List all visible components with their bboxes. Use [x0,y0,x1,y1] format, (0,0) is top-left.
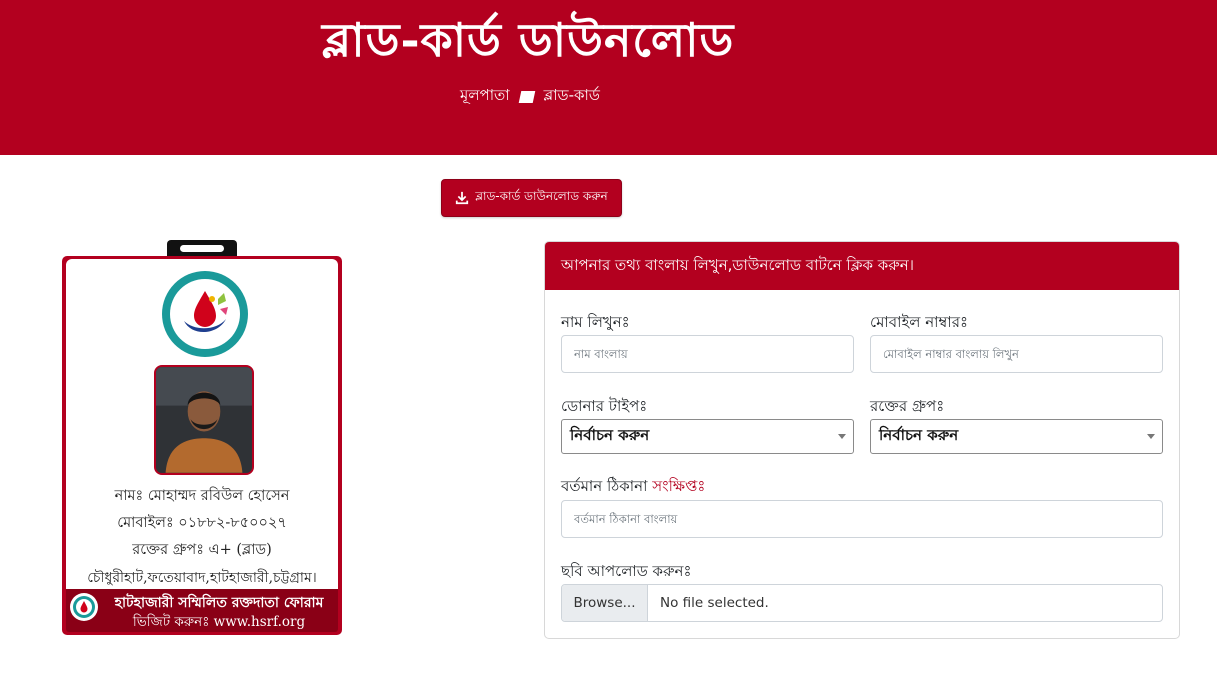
card-edge-left [66,383,70,483]
blood-card-preview: নামঃ মোহাম্মদ রবিউল হোসেন মোবাইলঃ ০১৮৮২-… [62,256,342,635]
forum-logo-icon [162,271,248,357]
card-footer: হাটহাজারী সম্মিলিত রক্তদাতা ফোরাম ভিজিট … [66,589,338,632]
chevron-down-icon [1147,434,1155,439]
photo-upload-label: ছবি আপলোড করুনঃ [561,562,692,580]
chevron-down-icon [838,434,846,439]
download-card-button[interactable]: ব্লাড-কার্ড ডাউনলোড করুন [441,179,622,217]
breadcrumb: মূলপাতা ব্লাড-কার্ড [460,84,600,109]
breadcrumb-home-link[interactable]: মূলপাতা [460,84,510,109]
footer-logo-icon [70,593,98,621]
photo-upload-input[interactable]: Browse... No file selected. [561,584,1163,622]
card-donor-name: নামঃ মোহাম্মদ রবিউল হোসেন [114,488,290,504]
page-title: ব্লাড-কার্ড ডাউনলোড [322,13,735,67]
name-input[interactable] [561,335,854,373]
download-icon [456,191,469,205]
mobile-label: মোবাইল নাম্বারঃ [870,313,968,331]
card-clip-slot [180,245,224,252]
blood-group-label: রক্তের গ্রুপঃ [870,397,945,415]
blood-group-selected-value: নির্বাচন করুন [879,426,959,444]
name-label: নাম লিখুনঃ [561,313,630,331]
blood-group-select[interactable]: নির্বাচন করুন [870,419,1163,454]
card-edge-right [334,383,338,483]
breadcrumb-current: ব্লাড-কার্ড [543,86,600,104]
hero-banner: ব্লাড-কার্ড ডাউনলোড মূলপাতা ব্লাড-কার্ড [0,0,1217,155]
breadcrumb-separator-icon [518,90,535,103]
download-button-label: ব্লাড-কার্ড ডাউনলোড করুন [475,189,608,203]
donor-photo [154,365,254,475]
mobile-input[interactable] [870,335,1163,373]
card-donor-blood-group: রক্তের গ্রুপঃ এ+ (ব্লাড) [132,542,272,558]
file-status-text: No file selected. [660,595,769,611]
card-form-panel: আপনার তথ্য বাংলায় লিখুন,ডাউনলোড বাটনে ক… [544,241,1180,639]
address-label: বর্তমান ঠিকানা সংক্ষিপ্তঃ [561,475,705,500]
browse-button[interactable]: Browse... [562,585,648,621]
address-label-text: বর্তমান ঠিকানা [561,477,648,495]
address-input[interactable] [561,500,1163,538]
form-panel-heading: আপনার তথ্য বাংলায় লিখুন,ডাউনলোড বাটনে ক… [545,242,1179,290]
card-donor-address: চৌধুরীহাট,ফতেয়াবাদ,হাটহাজারী,চট্টগ্রাম। [87,570,317,586]
donor-type-select[interactable]: নির্বাচন করুন [561,419,854,454]
address-label-accent: সংক্ষিপ্তঃ [652,477,706,495]
card-body: নামঃ মোহাম্মদ রবিউল হোসেন মোবাইলঃ ০১৮৮২-… [66,259,338,589]
donor-type-selected-value: নির্বাচন করুন [570,426,650,444]
donor-type-label: ডোনার টাইপঃ [561,397,648,415]
card-donor-mobile: মোবাইলঃ ০১৮৮২-৮৫০০২৭ [117,515,287,531]
card-footer-website: ভিজিট করুনঃ www.hsrf.org [132,614,306,630]
